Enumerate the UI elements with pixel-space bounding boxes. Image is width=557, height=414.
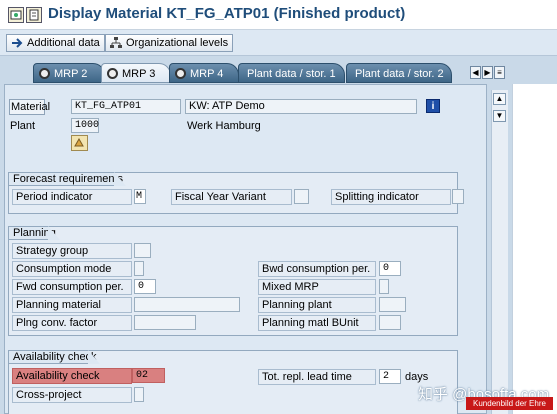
tab-mrp-2[interactable]: MRP 2 xyxy=(33,63,105,83)
traffic-light-icon xyxy=(39,68,50,79)
forecast-requirements-title: Forecast requirements xyxy=(8,172,126,186)
fiscal-year-variant-label: Fiscal Year Variant xyxy=(171,189,292,205)
fwd-consumption-field[interactable]: 0 xyxy=(134,279,156,294)
tab-mrp-3[interactable]: MRP 3 xyxy=(101,63,171,83)
availability-check-field[interactable]: 02 xyxy=(132,368,165,383)
plant-field[interactable]: 1000 xyxy=(71,118,99,133)
consumption-mode-label: Consumption mode xyxy=(12,261,132,277)
right-side-area xyxy=(512,84,557,414)
strategy-group-label: Strategy group xyxy=(12,243,132,259)
tot-repl-lead-time-unit: days xyxy=(405,371,429,383)
planning-matl-bunit-label: Planning matl BUnit xyxy=(258,315,376,331)
tab-label: Plant data / stor. 1 xyxy=(247,68,336,80)
availability-check-label: Availability check xyxy=(12,368,132,384)
bwd-consumption-label: Bwd consumption per. xyxy=(258,261,376,277)
page-title: Display Material KT_FG_ATP01 (Finished p… xyxy=(48,5,406,22)
scroll-up-button[interactable]: ▲ xyxy=(493,93,506,105)
info-icon[interactable]: i xyxy=(426,99,440,113)
traffic-light-icon xyxy=(175,68,186,79)
document-icon[interactable] xyxy=(26,7,42,23)
additional-data-label: Additional data xyxy=(27,37,100,49)
planning-plant-field[interactable] xyxy=(379,297,406,312)
plant-description: Werk Hamburg xyxy=(187,120,261,132)
organizational-levels-label: Organizational levels xyxy=(126,37,229,49)
plng-conv-factor-field[interactable] xyxy=(134,315,196,330)
splitting-indicator-label: Splitting indicator xyxy=(331,189,451,205)
bwd-consumption-field[interactable]: 0 xyxy=(379,261,401,276)
corner-badge: Kundenbild der Ehre xyxy=(466,397,553,410)
planning-material-field[interactable] xyxy=(134,297,240,312)
consumption-mode-field[interactable] xyxy=(134,261,144,276)
hat-icon[interactable] xyxy=(71,135,88,151)
plant-label: Plant xyxy=(10,120,36,132)
hierarchy-icon xyxy=(110,37,122,49)
tab-mrp-4[interactable]: MRP 4 xyxy=(169,63,239,83)
tab-scroll-right-button[interactable]: ▶ xyxy=(482,66,493,79)
organizational-levels-button[interactable]: Organizational levels xyxy=(105,34,234,52)
vertical-scrollbar[interactable] xyxy=(491,90,508,414)
planning-matl-bunit-field[interactable] xyxy=(379,315,401,330)
mixed-mrp-field[interactable] xyxy=(379,279,389,294)
period-indicator-label: Period indicator xyxy=(12,189,132,205)
display-icon[interactable] xyxy=(8,7,24,23)
tab-label: Plant data / stor. 2 xyxy=(355,68,444,80)
scroll-down-button[interactable]: ▼ xyxy=(493,110,506,122)
mixed-mrp-label: Mixed MRP xyxy=(258,279,376,295)
tab-label: MRP 3 xyxy=(122,68,156,80)
tab-plant-data-stor-2[interactable]: Plant data / stor. 2 xyxy=(346,63,452,83)
material-field[interactable]: KT_FG_ATP01 xyxy=(71,99,181,114)
planning-plant-label: Planning plant xyxy=(258,297,376,313)
tab-scroll-left-button[interactable]: ◀ xyxy=(470,66,481,79)
cross-project-field[interactable] xyxy=(134,387,144,402)
arrow-right-icon xyxy=(11,37,23,49)
availability-check-title: Availability check xyxy=(8,350,100,364)
plng-conv-factor-label: Plng conv. factor xyxy=(12,315,132,331)
tab-label: MRP 4 xyxy=(190,68,224,80)
traffic-light-icon xyxy=(107,68,118,79)
cross-project-label: Cross-project xyxy=(12,387,132,403)
material-label: Material xyxy=(9,99,51,115)
additional-data-button[interactable]: Additional data xyxy=(6,34,105,52)
tab-list-button[interactable]: ≡ xyxy=(494,66,505,79)
material-description-field[interactable]: KW: ATP Demo xyxy=(185,99,417,114)
planning-material-label: Planning material xyxy=(12,297,132,313)
planning-title: Planning xyxy=(8,226,60,240)
tab-label: MRP 2 xyxy=(54,68,88,80)
fiscal-year-variant-field[interactable] xyxy=(294,189,309,204)
splitting-indicator-field[interactable] xyxy=(452,189,464,204)
tab-plant-data-stor-1[interactable]: Plant data / stor. 1 xyxy=(238,63,345,83)
fwd-consumption-label: Fwd consumption per. xyxy=(12,279,132,295)
tot-repl-lead-time-field[interactable]: 2 xyxy=(379,369,401,384)
period-indicator-field[interactable]: M xyxy=(134,189,146,204)
strategy-group-field[interactable] xyxy=(134,243,151,258)
tot-repl-lead-time-label: Tot. repl. lead time xyxy=(258,369,376,385)
